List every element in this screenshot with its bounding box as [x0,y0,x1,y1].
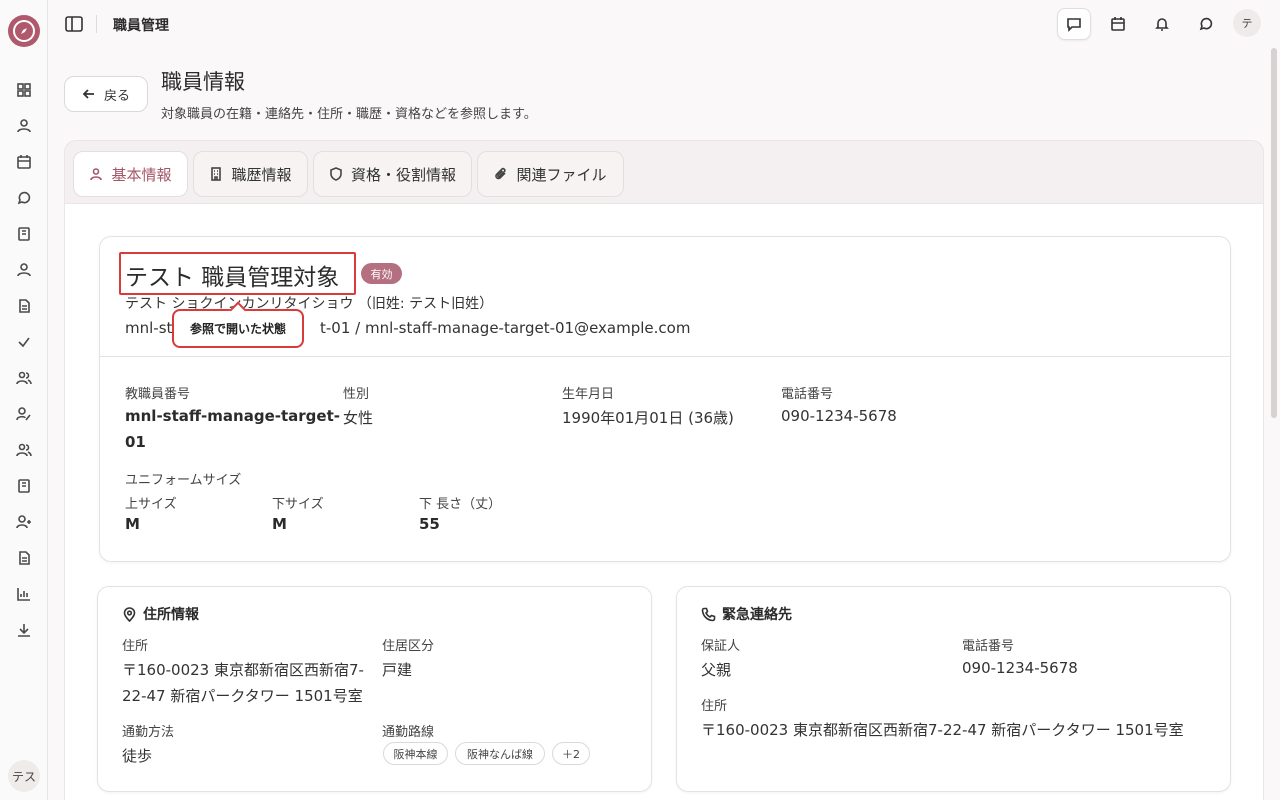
commute-value: 徒歩 [122,747,153,765]
route-chip: 阪神本線 [383,742,448,765]
chat-icon[interactable] [14,188,34,208]
page-title: 職員情報 [161,70,245,94]
birth-value: 1990年01月01日 (36歳) [562,409,734,427]
calendar-button[interactable] [1101,8,1135,40]
address-card-title: 住所情報 [122,604,199,624]
download-icon[interactable] [14,620,34,640]
tab-label: 関連ファイル [516,165,607,184]
tab-bar: 基本情報 職歴情報 資格・役割情報 関連ファイル [64,140,1264,204]
birth-label: 生年月日 [562,387,615,402]
sidebar-user-avatar[interactable]: テス [8,760,40,792]
app-title: 職員管理 [113,18,169,34]
bell-icon [1155,18,1169,31]
phone-icon [701,607,716,621]
address-card-title-text: 住所情報 [143,607,199,623]
tab-qualifications[interactable]: 資格・役割情報 [313,151,472,197]
address-label: 住所 [122,639,149,654]
users-icon[interactable] [14,368,34,388]
chat-bubble-icon [1199,17,1213,31]
guardian-label: 保証人 [701,639,741,654]
emergency-phone-label: 電話番号 [962,639,1015,654]
book-icon[interactable] [14,476,34,496]
uniform-label: ユニフォームサイズ [125,473,242,488]
route-label: 通勤路線 [382,725,435,740]
user-icon[interactable] [14,260,34,280]
calendar-icon [1111,17,1125,31]
arrow-left-icon [82,89,94,99]
user-avatar[interactable]: テ [1233,9,1261,37]
building-icon [211,167,222,181]
user-plus-icon[interactable] [14,512,34,532]
check-icon[interactable] [14,332,34,352]
back-button-label: 戻る [103,88,130,104]
back-button[interactable]: 戻る [64,76,148,112]
tab-label: 基本情報 [111,165,172,184]
uniform-length-label: 下 長さ（丈） [419,497,502,512]
uniform-top-label: 上サイズ [125,497,177,512]
sidebar-rail: テス [0,0,48,800]
user-edit-icon[interactable] [14,404,34,424]
user-icon [90,168,103,181]
scrollbar[interactable] [1271,48,1277,418]
tab-label: 職歴情報 [231,165,292,184]
chat-square-icon [1067,18,1081,32]
staff-no-label: 教職員番号 [125,387,191,402]
shield-icon [330,167,342,181]
messages-button[interactable] [1057,8,1091,40]
address-value: 〒160-0023 東京都新宿区西新宿7- [122,661,364,679]
address-value-cont: 22-47 新宿パークタワー 1501号室 [122,687,363,705]
chart-icon[interactable] [14,584,34,604]
tab-basic-info[interactable]: 基本情報 [73,151,188,197]
phone-label: 電話番号 [781,387,834,402]
page-subtitle: 対象職員の在籍・連絡先・住所・職歴・資格などを参照します。 [161,107,537,122]
notifications-button[interactable] [1145,8,1179,40]
document-icon[interactable] [14,548,34,568]
uniform-length-value: 55 [419,515,440,533]
route-chip: 阪神なんば線 [455,742,545,765]
compass-logo-icon[interactable] [8,15,40,47]
chat-button[interactable] [1189,8,1223,40]
paperclip-icon [495,167,507,180]
emergency-card-title: 緊急連絡先 [701,604,792,624]
users-icon[interactable] [14,440,34,460]
route-more-chip[interactable]: ＋2 [552,742,590,765]
emergency-card-title-text: 緊急連絡先 [722,607,792,623]
dashboard-icon[interactable] [14,80,34,100]
staff-no-value-cont: 01 [125,433,146,451]
map-pin-icon [123,606,136,622]
emergency-address-label: 住所 [701,699,728,714]
residence-label: 住居区分 [382,639,435,654]
guardian-value: 父親 [701,661,732,679]
sidebar-toggle-icon[interactable] [64,14,84,34]
highlight-box [119,252,356,295]
emergency-address-value: 〒160-0023 東京都新宿区西新宿7-22-47 新宿パークタワー 1501… [701,721,1184,739]
uniform-bottom-label: 下サイズ [272,497,324,512]
residence-value: 戸建 [382,661,413,679]
phone-value: 090-1234-5678 [781,407,897,425]
state-tooltip: 参照で開いた状態 [172,309,304,348]
status-badge: 有効 [361,263,402,284]
user-icon[interactable] [14,116,34,136]
gender-label: 性別 [343,387,370,402]
divider [100,356,1230,357]
staff-id-email: t-01 / mnl-staff-manage-target-01@exampl… [320,319,691,337]
tab-career-info[interactable]: 職歴情報 [193,151,308,197]
topbar: 職員管理 [48,0,1280,48]
commute-label: 通勤方法 [122,725,175,740]
calendar-icon[interactable] [14,152,34,172]
emergency-phone-value: 090-1234-5678 [962,659,1078,677]
uniform-top-value: M [125,515,140,533]
gender-value: 女性 [343,409,374,427]
tab-related-files[interactable]: 関連ファイル [477,151,624,197]
book-icon[interactable] [14,224,34,244]
topbar-divider [96,15,97,33]
staff-no-value: mnl-staff-manage-target- [125,407,340,425]
uniform-bottom-value: M [272,515,287,533]
document-icon[interactable] [14,296,34,316]
tab-label: 資格・役割情報 [350,165,456,184]
